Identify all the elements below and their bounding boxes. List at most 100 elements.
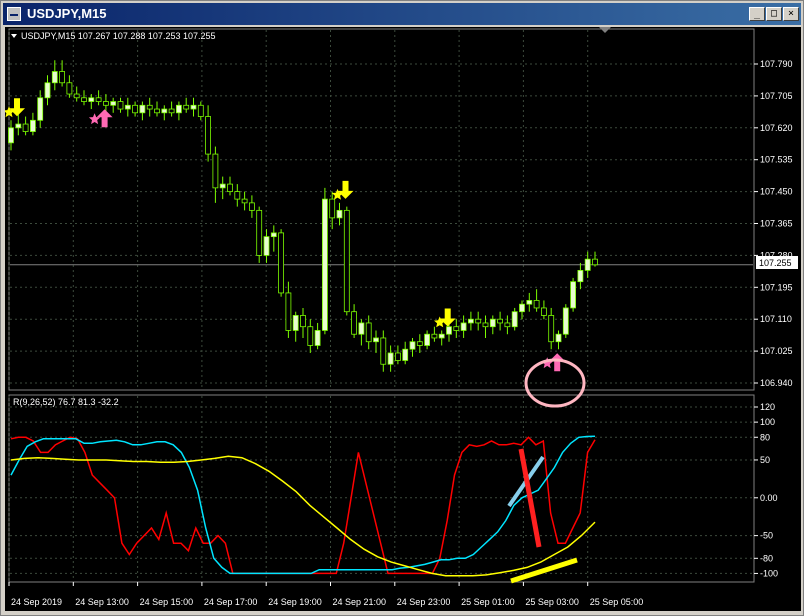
chart-area[interactable]: USDJPY,M15 107.267 107.288 107.253 107.2… — [5, 27, 801, 611]
candle-body — [431, 333, 438, 339]
candle-body — [146, 104, 153, 110]
candle-body — [270, 232, 277, 238]
candle-body — [227, 183, 233, 193]
candle-body — [387, 352, 394, 365]
candle-body — [256, 209, 263, 256]
candle-body — [73, 93, 80, 99]
indicator-tick-label: 80 — [760, 432, 770, 442]
candle-body — [467, 318, 474, 324]
candle-body — [44, 82, 51, 99]
price-tick-label: 107.025 — [760, 346, 793, 356]
candle-body — [285, 292, 292, 331]
candle-body — [416, 341, 423, 346]
candle-body — [263, 236, 270, 256]
candle-body — [15, 123, 22, 129]
candle-body — [168, 108, 175, 114]
candle-body — [300, 315, 306, 328]
candle-body — [329, 198, 336, 219]
price-tick-label: 107.620 — [760, 123, 793, 133]
price-tick-label: 107.790 — [760, 59, 793, 69]
candle-body — [241, 198, 248, 204]
indicator-tick-label: 100 — [760, 417, 775, 427]
candle-body — [438, 333, 445, 339]
price-tick-label: 107.450 — [760, 187, 793, 197]
candle-body — [533, 300, 540, 309]
candle-body — [394, 352, 401, 361]
candle-body — [154, 108, 160, 114]
candle-body — [219, 183, 226, 189]
candle-body — [51, 71, 58, 84]
price-tick-label: 107.195 — [760, 282, 793, 292]
indicator-tick-label: -80 — [760, 553, 773, 563]
candle-body — [380, 337, 387, 365]
candle-body — [314, 330, 321, 346]
candle-body — [190, 104, 197, 110]
candle-body — [343, 209, 350, 313]
candle-body — [409, 341, 416, 350]
close-button[interactable]: × — [783, 7, 799, 21]
indicator-tick-label: 120 — [760, 402, 775, 412]
candle-body — [117, 101, 124, 110]
candle-body — [278, 232, 285, 294]
candle-body — [570, 281, 576, 309]
candle-body — [183, 104, 190, 110]
candle-body — [307, 326, 314, 346]
candle-body — [351, 311, 358, 335]
candle-body — [446, 326, 452, 335]
candle-body — [22, 123, 29, 132]
candle-body — [321, 198, 328, 331]
chart-canvas[interactable]: USDJPY,M15 107.267 107.288 107.253 107.2… — [5, 27, 801, 611]
candle-body — [562, 307, 569, 335]
candle-body — [29, 119, 36, 132]
current-price-label: 107.255 — [759, 258, 792, 268]
candle-body — [212, 153, 219, 189]
time-tick-label: 24 Sep 2019 — [11, 597, 62, 607]
candle-body — [103, 101, 109, 106]
candle-body — [59, 71, 65, 84]
candle-body — [336, 209, 343, 219]
candle-body — [124, 104, 131, 110]
price-tick-label: 107.705 — [760, 91, 793, 101]
candle-body — [248, 202, 255, 211]
indicator-tick-label: 0.00 — [760, 493, 778, 503]
candle-body — [577, 270, 584, 283]
time-tick-label: 24 Sep 23:00 — [397, 597, 451, 607]
candle-body — [161, 108, 168, 114]
time-tick-label: 25 Sep 05:00 — [590, 597, 644, 607]
candle-body — [88, 97, 95, 102]
candle-body — [175, 104, 182, 114]
candle-body — [504, 322, 511, 328]
indicator-tick-label: 50 — [760, 455, 770, 465]
candle-body — [234, 191, 241, 200]
title-bar[interactable]: USDJPY,M15 _ □ × — [3, 3, 801, 25]
minimize-button[interactable]: _ — [749, 7, 765, 21]
candle-body — [95, 97, 102, 102]
maximize-button[interactable]: □ — [766, 7, 782, 21]
candle-body — [205, 116, 212, 155]
candle-body — [460, 322, 467, 331]
candle-body — [526, 300, 533, 305]
candle-body — [292, 315, 299, 331]
candle-body — [548, 315, 555, 343]
indicator-tick-label: -100 — [760, 568, 778, 578]
candle-body — [541, 307, 547, 316]
candle-body — [453, 326, 460, 331]
window-icon — [7, 7, 21, 21]
candle-body — [110, 101, 117, 106]
candle-body — [402, 348, 409, 361]
candle-body — [489, 318, 496, 328]
candle-body — [8, 127, 14, 144]
candle-body — [424, 333, 431, 346]
indicator-tick-label: -50 — [760, 531, 773, 541]
candle-body — [584, 258, 591, 271]
time-tick-label: 24 Sep 15:00 — [140, 597, 194, 607]
price-tick-label: 106.940 — [760, 378, 793, 388]
window-title: USDJPY,M15 — [27, 6, 107, 21]
candle-body — [81, 97, 87, 102]
candle-body — [497, 318, 504, 324]
candle-body — [592, 258, 598, 266]
candle-body — [511, 311, 518, 328]
candle-body — [475, 318, 482, 324]
candle-body — [555, 333, 562, 343]
time-tick-label: 24 Sep 13:00 — [75, 597, 129, 607]
